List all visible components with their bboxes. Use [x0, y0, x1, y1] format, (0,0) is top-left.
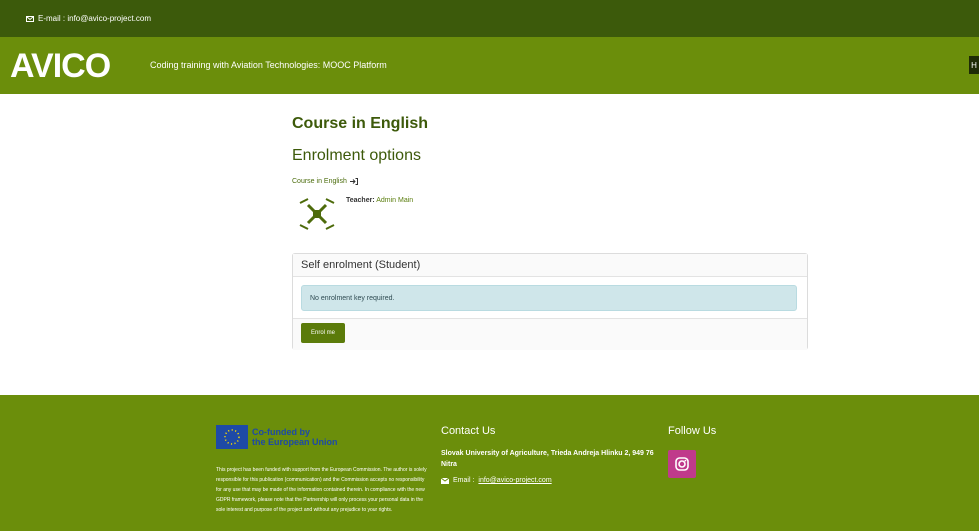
- self-enrolment-card: Self enrolment (Student) No enrolment ke…: [292, 253, 808, 350]
- funding-disclaimer: This project has been funded with suppor…: [216, 467, 427, 513]
- teacher-info: Teacher: Admin Main: [346, 197, 413, 204]
- top-contact-bar: E-mail : info@avico-project.com: [0, 0, 979, 37]
- page-title: Enrolment options: [292, 147, 421, 164]
- drone-icon: [299, 198, 335, 230]
- site-tagline: Coding training with Aviation Technologi…: [150, 60, 387, 70]
- enrolment-notice: No enrolment key required.: [301, 285, 797, 311]
- card-footer: Enrol me: [293, 318, 807, 350]
- contact-address: Slovak University of Agriculture, Trieda…: [441, 450, 654, 468]
- contact-email-label: Email :: [453, 477, 475, 484]
- contact-email-link[interactable]: info@avico-project.com: [478, 477, 551, 484]
- nav-menu-button[interactable]: H: [969, 56, 979, 74]
- site-header: AVICO Coding training with Aviation Tech…: [0, 37, 979, 94]
- follow-title: Follow Us: [668, 425, 717, 437]
- top-email[interactable]: E-mail : info@avico-project.com: [26, 14, 151, 23]
- course-link[interactable]: Course in English: [292, 178, 808, 185]
- instagram-button[interactable]: [668, 450, 696, 478]
- course-title: Course in English: [292, 115, 429, 132]
- eu-flag-icon: [216, 425, 248, 449]
- course-summary: Teacher: Admin Main: [292, 195, 808, 237]
- envelope-icon: [26, 15, 34, 22]
- course-link-label: Course in English: [292, 178, 347, 185]
- card-title: Self enrolment (Student): [293, 254, 807, 277]
- eu-text: Co-funded by the European Union: [252, 427, 338, 447]
- eu-line-1: Co-funded by: [252, 427, 310, 437]
- instagram-icon: [675, 457, 689, 471]
- eu-line-2: the European Union: [252, 437, 338, 447]
- teacher-link[interactable]: Admin Main: [376, 197, 413, 204]
- enrol-button[interactable]: Enrol me: [301, 323, 345, 343]
- enter-icon: [349, 178, 358, 185]
- envelope-icon: [441, 477, 449, 484]
- site-footer: Co-funded by the European Union This pro…: [0, 395, 979, 531]
- main-content: Course in English Enrolment options Cour…: [292, 115, 808, 237]
- contact-email: Email : info@avico-project.com: [441, 477, 552, 484]
- contact-title: Contact Us: [441, 425, 496, 437]
- teacher-label: Teacher:: [346, 197, 375, 204]
- eu-logo: Co-funded by the European Union: [216, 425, 338, 449]
- avico-logo[interactable]: AVICO: [10, 47, 111, 85]
- logo-text: AVICO: [10, 47, 111, 85]
- top-email-label: E-mail : info@avico-project.com: [38, 14, 152, 23]
